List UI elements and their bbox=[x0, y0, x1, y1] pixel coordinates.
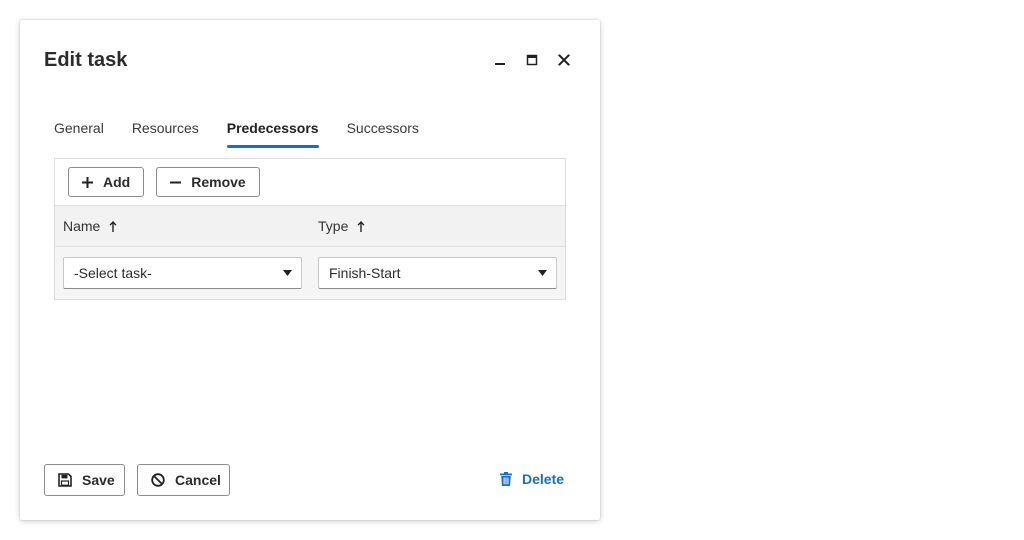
grid-toolbar: Add Remove bbox=[55, 159, 565, 205]
predecessors-grid: Add Remove Name Type -Select task- Finis… bbox=[54, 158, 566, 300]
minimize-icon bbox=[495, 63, 505, 65]
type-select-value: Finish-Start bbox=[329, 265, 401, 281]
dialog-title: Edit task bbox=[44, 49, 128, 71]
ban-icon bbox=[151, 473, 165, 487]
edit-task-dialog: Edit task General Resources Predecessors… bbox=[20, 20, 600, 520]
cancel-button[interactable]: Cancel bbox=[137, 464, 230, 496]
column-header-type-label: Type bbox=[318, 218, 349, 234]
task-select-value: -Select task- bbox=[74, 265, 152, 281]
minus-icon bbox=[170, 177, 182, 188]
table-row: -Select task- Finish-Start bbox=[55, 247, 565, 299]
add-button-label: Add bbox=[103, 174, 131, 190]
column-header-name[interactable]: Name bbox=[55, 218, 310, 234]
close-button[interactable] bbox=[548, 48, 580, 72]
tab-general[interactable]: General bbox=[54, 116, 104, 148]
tab-successors[interactable]: Successors bbox=[347, 116, 419, 148]
delete-button-label: Delete bbox=[522, 471, 565, 487]
save-button[interactable]: Save bbox=[44, 464, 125, 496]
tab-resources[interactable]: Resources bbox=[132, 116, 199, 148]
arrow-up-icon bbox=[357, 220, 365, 232]
minimize-button[interactable] bbox=[484, 48, 516, 72]
save-button-label: Save bbox=[82, 472, 115, 488]
remove-button[interactable]: Remove bbox=[156, 167, 260, 197]
delete-button[interactable]: Delete bbox=[500, 471, 564, 487]
grid-header: Name Type bbox=[55, 205, 565, 247]
tab-predecessors[interactable]: Predecessors bbox=[226, 116, 319, 148]
caret-down-icon bbox=[283, 270, 292, 276]
column-header-type[interactable]: Type bbox=[310, 218, 365, 234]
cancel-button-label: Cancel bbox=[175, 472, 221, 488]
task-select[interactable]: -Select task- bbox=[63, 257, 302, 289]
maximize-icon bbox=[526, 54, 538, 66]
tab-bar: General Resources Predecessors Successor… bbox=[54, 116, 447, 148]
trash-icon bbox=[500, 472, 512, 486]
window-controls bbox=[484, 48, 580, 72]
add-button[interactable]: Add bbox=[68, 167, 145, 197]
remove-button-label: Remove bbox=[191, 174, 246, 190]
caret-down-icon bbox=[538, 270, 547, 276]
floppy-disk-icon bbox=[58, 473, 72, 487]
type-select[interactable]: Finish-Start bbox=[318, 257, 557, 289]
maximize-button[interactable] bbox=[516, 48, 548, 72]
page: Edit task General Resources Predecessors… bbox=[0, 0, 1024, 540]
close-icon bbox=[558, 54, 570, 66]
arrow-up-icon bbox=[109, 220, 117, 232]
column-header-name-label: Name bbox=[63, 218, 101, 234]
plus-icon bbox=[82, 176, 93, 188]
